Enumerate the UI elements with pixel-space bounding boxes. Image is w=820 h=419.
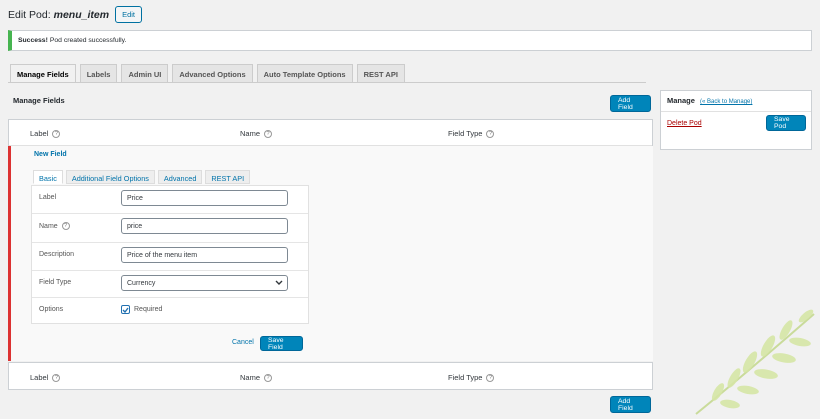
name-field-label-text: Name — [39, 222, 58, 230]
sub-tab-advanced[interactable]: Advanced — [157, 170, 203, 184]
tab-rest-api[interactable]: REST API — [356, 64, 405, 83]
add-field-button-bottom[interactable]: Add Field — [610, 396, 651, 413]
field-type-value: Currency — [127, 279, 156, 287]
help-icon[interactable]: ? — [52, 373, 61, 382]
column-name: Name ? — [240, 373, 273, 382]
tab-divider — [8, 82, 646, 83]
label-input[interactable]: Price — [121, 190, 288, 206]
field-form: Label Price Name ? price Description Pri… — [31, 185, 309, 324]
chevron-down-icon — [275, 280, 283, 285]
help-icon[interactable]: ? — [52, 129, 61, 138]
page-title: Edit Pod: menu_item Edit — [8, 6, 142, 23]
tab-auto-template-options[interactable]: Auto Template Options — [256, 64, 353, 83]
tab-labels[interactable]: Labels — [79, 64, 118, 83]
sub-tab-rest-api[interactable]: REST API — [205, 170, 251, 184]
add-field-button-top[interactable]: Add Field — [610, 95, 651, 112]
column-field-type: Field Type ? — [448, 373, 495, 382]
form-row-options: Options Required — [32, 298, 308, 324]
manage-box: Manage (« Back to Manage) Delete Pod Sav… — [660, 90, 812, 150]
required-checkbox[interactable] — [121, 305, 130, 314]
column-label: Label ? — [30, 373, 61, 382]
back-to-manage-link[interactable]: (« Back to Manage) — [700, 99, 752, 105]
check-icon — [122, 307, 129, 313]
column-field-type: Field Type ? — [448, 129, 495, 138]
description-field-label: Description — [39, 251, 75, 258]
column-field-type-text: Field Type — [448, 129, 483, 138]
help-icon[interactable]: ? — [264, 373, 273, 382]
success-notice: Success! Pod created successfully. — [8, 30, 812, 51]
column-name: Name ? — [240, 129, 273, 138]
delete-pod-link[interactable]: Delete Pod — [667, 120, 702, 127]
description-input[interactable]: Price of the menu item — [121, 247, 288, 263]
column-name-text: Name — [240, 373, 261, 382]
edit-pod-button[interactable]: Edit — [115, 6, 142, 23]
column-label: Label ? — [30, 129, 61, 138]
required-checkbox-group[interactable]: Required — [121, 305, 162, 314]
table-header: Label ? Name ? Field Type ? — [9, 120, 652, 146]
help-icon[interactable]: ? — [61, 222, 70, 230]
name-input[interactable]: price — [121, 218, 288, 234]
column-name-text: Name — [240, 129, 261, 138]
tab-admin-ui[interactable]: Admin UI — [121, 64, 169, 83]
nav-tabs: Manage Fields Labels Admin UI Advanced O… — [10, 64, 409, 83]
sub-tab-additional-options[interactable]: Additional Field Options — [65, 170, 155, 184]
tab-manage-fields[interactable]: Manage Fields — [10, 64, 76, 83]
column-label-text: Label — [30, 129, 49, 138]
new-field-editor: New Field Basic Additional Field Options… — [8, 146, 653, 361]
save-pod-button[interactable]: Save Pod — [766, 115, 806, 131]
form-row-label: Label Price — [32, 186, 308, 214]
manage-title: Manage — [667, 96, 695, 105]
back-to-manage-text: « Back to Manage — [702, 99, 751, 105]
field-sub-tabs: Basic Additional Field Options Advanced … — [33, 170, 253, 184]
name-field-label: Name ? — [39, 222, 70, 230]
cancel-link[interactable]: Cancel — [232, 339, 254, 346]
manage-header: Manage (« Back to Manage) — [661, 91, 811, 112]
column-label-text: Label — [30, 373, 49, 382]
fields-table: Label ? Name ? Field Type ? — [8, 119, 653, 147]
notice-strong: Success! — [18, 37, 48, 44]
required-label: Required — [134, 306, 163, 313]
help-icon[interactable]: ? — [486, 129, 495, 138]
form-row-name: Name ? price — [32, 214, 308, 243]
notice-text: Pod created successfully. — [49, 37, 127, 44]
table-footer: Label ? Name ? Field Type ? — [8, 362, 653, 390]
tab-advanced-options[interactable]: Advanced Options — [172, 64, 253, 83]
new-field-title[interactable]: New Field — [34, 151, 67, 158]
form-row-field-type: Field Type Currency — [32, 271, 308, 298]
sub-tab-basic[interactable]: Basic — [33, 170, 63, 184]
pod-name: menu_item — [53, 8, 110, 21]
field-type-select[interactable]: Currency — [121, 275, 288, 291]
help-icon[interactable]: ? — [486, 373, 495, 382]
save-field-button[interactable]: Save Field — [260, 336, 303, 351]
section-title: Manage Fields — [13, 96, 65, 105]
help-icon[interactable]: ? — [264, 129, 273, 138]
field-type-label: Field Type — [39, 279, 72, 286]
column-field-type-text: Field Type — [448, 373, 483, 382]
page-title-prefix: Edit Pod: — [8, 8, 51, 21]
label-field-label: Label — [39, 194, 57, 201]
form-row-description: Description Price of the menu item — [32, 243, 308, 271]
options-label: Options — [39, 306, 64, 313]
leaf-decoration — [695, 309, 815, 415]
